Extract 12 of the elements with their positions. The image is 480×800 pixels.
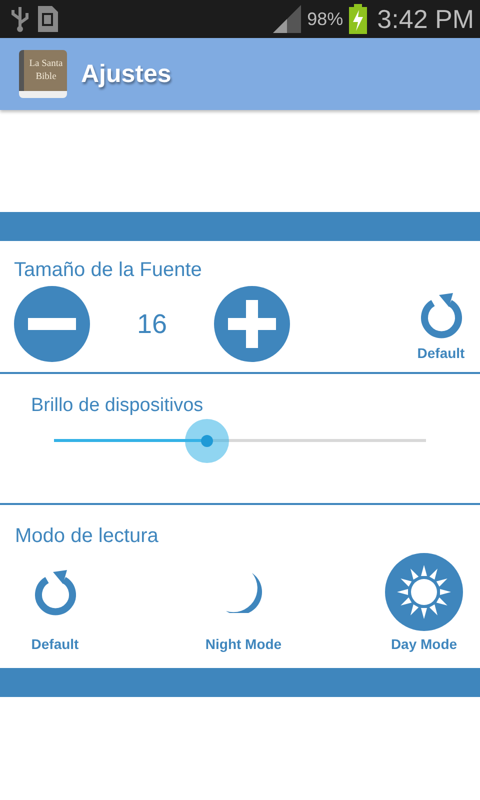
screen-title: Ajustes xyxy=(81,60,172,88)
section-title: Brillo de dispositivos xyxy=(31,395,204,417)
section-title: Tamaño de la Fuente xyxy=(14,259,203,282)
app-logo: La Santa Bible xyxy=(19,50,67,98)
mode-button[interactable]: Default xyxy=(15,553,95,652)
reset-button[interactable]: Default xyxy=(417,291,465,361)
clock: 3:42 PM xyxy=(377,4,474,34)
battery-percent: 98% xyxy=(307,8,344,30)
mode-button[interactable]: Day Mode xyxy=(384,553,464,652)
mode-button[interactable]: Night Mode xyxy=(194,553,294,652)
font-size-value: 16 xyxy=(136,308,168,340)
section-title: Modo de lectura xyxy=(15,525,160,548)
